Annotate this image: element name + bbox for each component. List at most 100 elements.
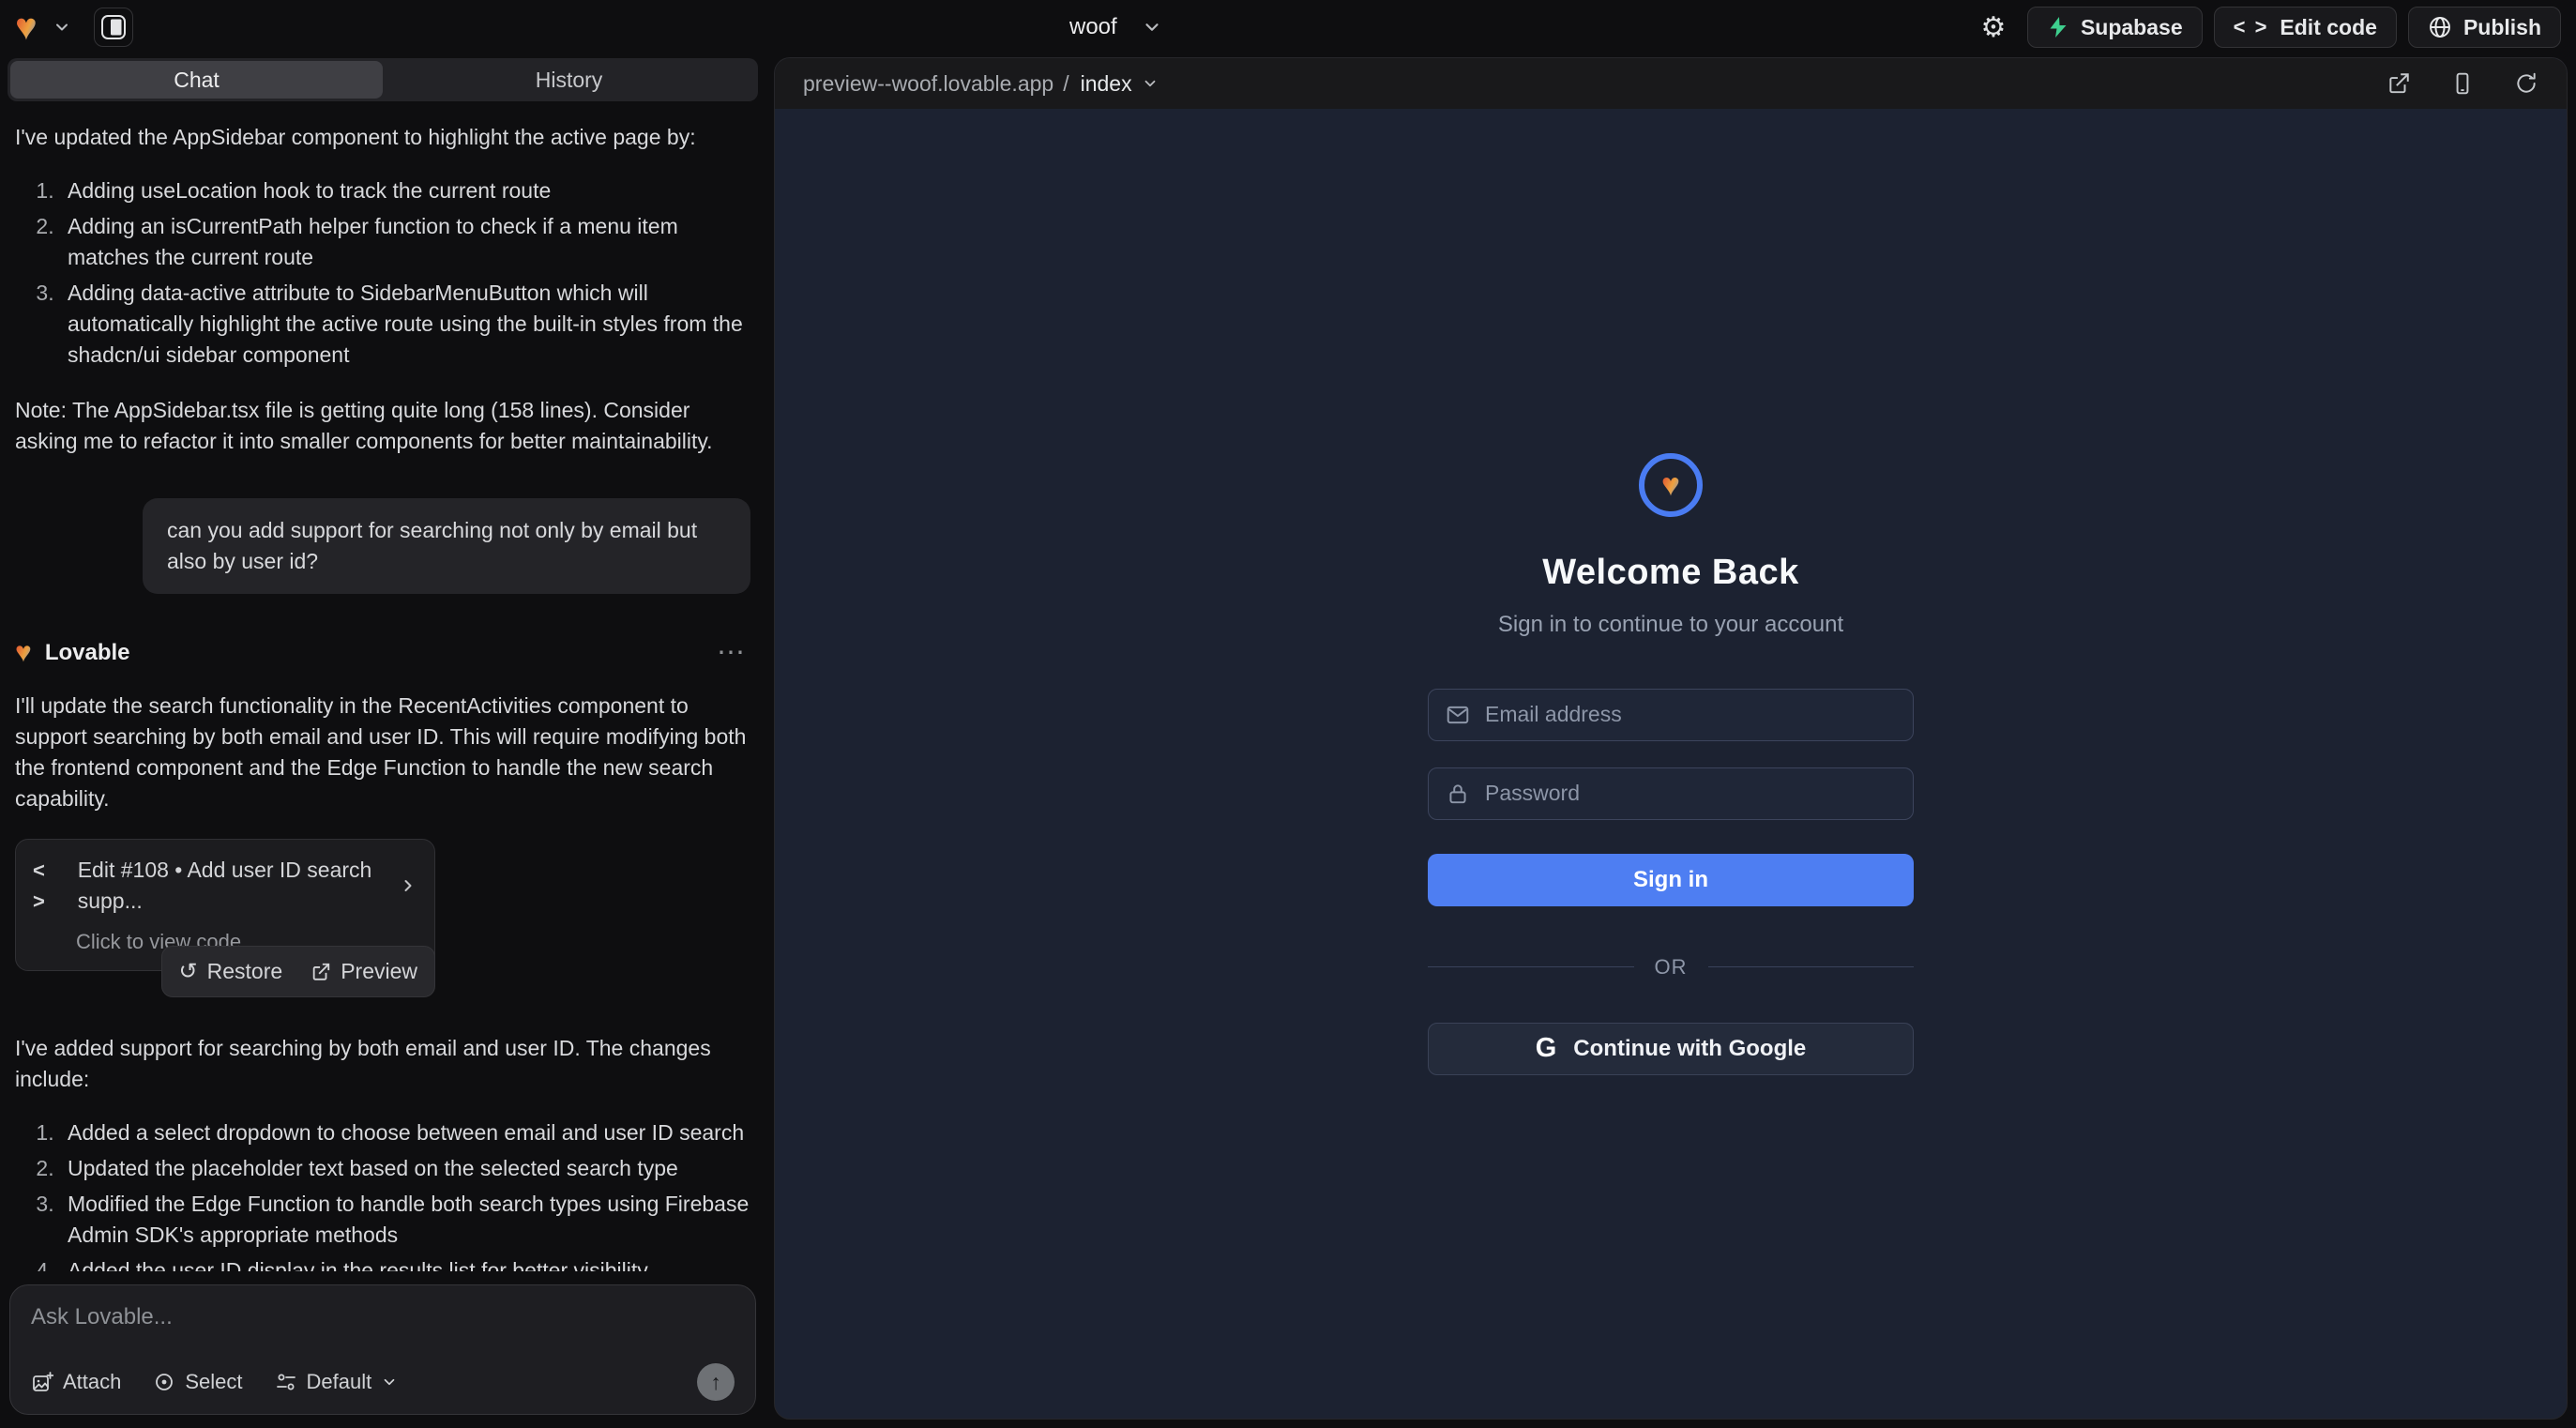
supabase-label: Supabase (2081, 15, 2183, 40)
edit-card-actions: ↺ Restore Preview (161, 946, 435, 997)
send-button[interactable]: ↑ (697, 1363, 735, 1401)
preview-toolbar: preview--woof.lovable.app / index (775, 58, 2567, 109)
edit-card-title: Edit #108 • Add user ID search supp... (78, 855, 384, 917)
chat-messages[interactable]: I've updated the AppSidebar component to… (0, 101, 765, 1271)
preview-host: preview--woof.lovable.app (803, 71, 1053, 97)
toggle-sidebar-button[interactable] (94, 8, 133, 47)
assistant-message-text: I've updated the AppSidebar component to… (15, 122, 750, 153)
edit-code-button[interactable]: < > Edit code (2214, 7, 2397, 48)
external-link-icon (2387, 71, 2411, 96)
password-field[interactable] (1428, 767, 1914, 820)
chevron-down-icon[interactable] (53, 18, 71, 37)
edit-card-wrap: < > Edit #108 • Add user ID search supp.… (15, 839, 435, 971)
email-input[interactable] (1485, 702, 1896, 727)
select-button[interactable]: Select (153, 1370, 242, 1394)
page-title: Welcome Back (1542, 553, 1799, 593)
auth-card: ♥ Welcome Back Sign in to continue to yo… (1428, 453, 1914, 1075)
assistant-list: Adding useLocation hook to track the cur… (30, 175, 750, 371)
assistant-message-text: I'll update the search functionality in … (15, 691, 750, 814)
chevron-right-icon (399, 876, 417, 895)
preview-panel: preview--woof.lovable.app / index (775, 58, 2567, 1419)
attach-button[interactable]: Attach (31, 1370, 121, 1394)
list-item: Adding an isCurrentPath helper function … (60, 211, 750, 273)
open-in-new-tab-button[interactable] (2387, 71, 2411, 96)
app-logo: ♥ (1639, 453, 1703, 517)
user-message-text: can you add support for searching not on… (167, 515, 726, 577)
divider-line (1428, 966, 1634, 967)
preview-page: index (1081, 71, 1132, 97)
composer-toolbar: Attach Select Default ↑ (31, 1363, 735, 1401)
email-field[interactable] (1428, 689, 1914, 741)
mode-selector[interactable]: Default (275, 1370, 399, 1394)
message-menu-button[interactable]: ⋯ (717, 644, 750, 662)
chevron-down-icon (1142, 75, 1159, 92)
project-switcher[interactable]: woof (1069, 0, 1162, 54)
topbar-left: ♥ (15, 8, 133, 47)
chat-input[interactable] (31, 1304, 735, 1359)
mobile-view-button[interactable] (2450, 71, 2475, 96)
lovable-logo-icon[interactable]: ♥ (15, 8, 38, 46)
tab-chat[interactable]: Chat (10, 61, 383, 99)
preview-button[interactable]: Preview (311, 956, 417, 987)
password-input[interactable] (1485, 781, 1896, 806)
external-link-icon (311, 962, 331, 982)
assistant-header: ♥ Lovable ⋯ (15, 637, 750, 668)
supabase-button[interactable]: Supabase (2027, 7, 2203, 48)
list-item: Updated the placeholder text based on th… (60, 1153, 750, 1184)
preview-url[interactable]: preview--woof.lovable.app / index (803, 71, 1159, 97)
lovable-avatar-icon: ♥ (15, 639, 32, 667)
or-label: OR (1655, 955, 1688, 980)
restore-button[interactable]: ↺ Restore (179, 956, 283, 987)
envelope-icon (1446, 703, 1470, 727)
gear-icon: ⚙ (1981, 11, 2007, 44)
select-label: Select (185, 1370, 242, 1394)
heart-icon: ♥ (1661, 469, 1680, 501)
attach-label: Attach (63, 1370, 121, 1394)
or-divider: OR (1428, 955, 1914, 980)
chevron-down-icon (1142, 17, 1162, 38)
assistant-name: Lovable (45, 637, 130, 668)
user-message-bubble: can you add support for searching not on… (143, 498, 750, 594)
tab-history[interactable]: History (383, 61, 755, 99)
project-name: woof (1069, 14, 1117, 40)
composer: Attach Select Default ↑ (9, 1284, 756, 1415)
attach-image-icon (31, 1371, 53, 1393)
code-icon: < > (33, 855, 63, 917)
preview-actions (2387, 71, 2538, 96)
mode-label: Default (307, 1370, 372, 1394)
list-item: Modified the Edge Function to handle bot… (60, 1189, 750, 1251)
sliders-icon (275, 1371, 297, 1393)
supabase-bolt-icon (2047, 16, 2069, 38)
assistant-note-text: Note: The AppSidebar.tsx file is getting… (15, 395, 750, 457)
list-item: Adding useLocation hook to track the cur… (60, 175, 750, 206)
target-icon (153, 1371, 175, 1393)
list-item: Added the user ID display in the results… (60, 1255, 750, 1271)
publish-label: Publish (2463, 15, 2541, 40)
preview-viewport: ♥ Welcome Back Sign in to continue to yo… (775, 109, 2567, 1419)
refresh-button[interactable] (2514, 71, 2538, 96)
google-g-icon: G (1536, 1033, 1557, 1064)
arrow-up-icon: ↑ (710, 1370, 721, 1395)
lock-icon (1446, 782, 1470, 806)
topbar-right: ⚙ Supabase < > Edit code Publish (1971, 7, 2561, 48)
mobile-device-icon (2450, 71, 2475, 96)
topbar: ♥ woof ⚙ Supabase < > Edit code (0, 0, 2576, 54)
assistant-message-text: I've added support for searching by both… (15, 1033, 750, 1095)
settings-button[interactable]: ⚙ (1971, 7, 2016, 48)
assistant-list: Added a select dropdown to choose betwee… (30, 1117, 750, 1271)
path-separator: / (1063, 71, 1068, 97)
google-label: Continue with Google (1573, 1036, 1806, 1062)
list-item: Added a select dropdown to choose betwee… (60, 1117, 750, 1148)
sidebar-panel-icon (100, 14, 127, 40)
edit-code-label: Edit code (2280, 15, 2377, 40)
restore-label: Restore (207, 956, 283, 987)
sign-in-button[interactable]: Sign in (1428, 854, 1914, 906)
list-item: Adding data-active attribute to SidebarM… (60, 278, 750, 371)
globe-icon (2428, 15, 2452, 39)
chat-history-tabs: Chat History (8, 58, 758, 101)
preview-label: Preview (341, 956, 417, 987)
google-sign-in-button[interactable]: G Continue with Google (1428, 1023, 1914, 1075)
restore-icon: ↺ (179, 956, 198, 987)
publish-button[interactable]: Publish (2408, 7, 2561, 48)
divider-line (1708, 966, 1915, 967)
